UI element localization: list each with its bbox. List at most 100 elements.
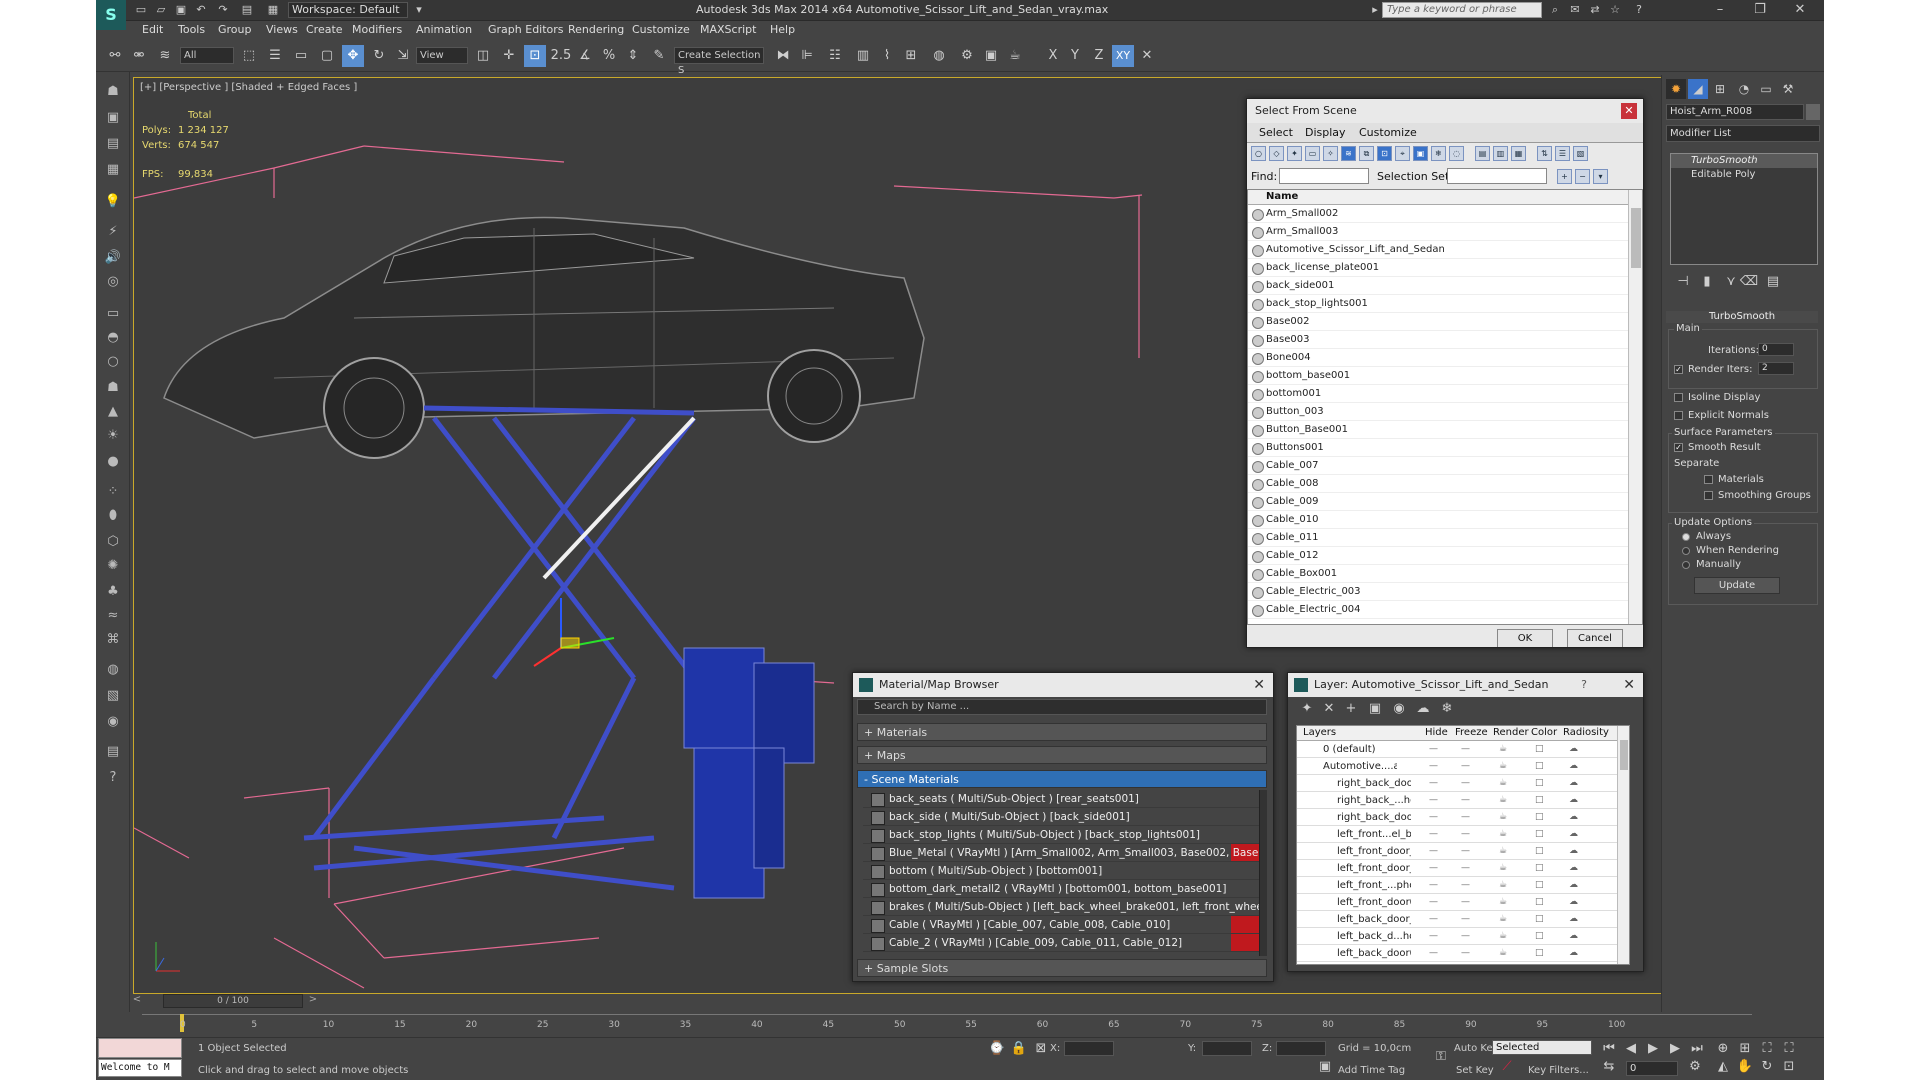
menu-customize[interactable]: Customize [632,23,690,36]
materials-group[interactable]: + Materials [857,723,1267,741]
maxscript-input[interactable]: Welcome to M [98,1059,182,1077]
snaps-toggle-icon[interactable]: 2.5 [550,45,572,67]
material-scrollbar[interactable] [1259,790,1267,956]
menu-tools[interactable]: Tools [178,23,205,36]
name-column-header[interactable]: Name [1248,190,1642,205]
render-icon[interactable]: ▧ [102,686,124,706]
helper-icon[interactable]: ⬡ [102,532,124,552]
list-item[interactable]: Buttons001 [1248,439,1642,457]
layer-manager-icon[interactable]: ☷ [824,45,846,67]
cone-icon[interactable]: ▲ [102,402,124,422]
close-icon[interactable]: ✕ [1623,677,1635,693]
axis-y-button[interactable]: Y [1064,45,1086,67]
time-slider[interactable]: 0 / 100 [163,994,303,1008]
close-icon[interactable]: ✕ [1621,103,1637,119]
plant-icon[interactable]: ♣ [102,582,124,602]
render-toggle-icon[interactable]: ☕ [1499,911,1507,928]
columns-icon[interactable]: ▧ [1573,146,1588,161]
explicit-normals-checkbox[interactable] [1674,411,1683,420]
help-icon[interactable]: ? [1632,3,1646,17]
chevron-down-icon[interactable]: ▾ [412,3,426,17]
freeze-all-icon[interactable]: ❄ [1436,698,1458,720]
create-layer-icon[interactable]: ✦ [1296,698,1318,720]
table-row[interactable]: left_back_door0 — — ☕ □ ☁ [1297,945,1629,962]
previous-frame-icon[interactable]: ◀ [1620,1038,1642,1060]
viewport-label[interactable]: [+] [Perspective ] [Shaded + Edged Faces… [140,82,357,93]
hide-toggle-icon[interactable]: — [1429,775,1438,792]
freeze-toggle-icon[interactable]: — [1461,741,1470,758]
env-icon[interactable]: ◉ [102,712,124,732]
list-item[interactable]: Button_003 [1248,403,1642,421]
lights-filter-icon[interactable]: ✦ [1287,146,1302,161]
axis-x-button[interactable]: X [1042,45,1064,67]
field-of-view-icon[interactable]: ◭ [1712,1056,1734,1078]
pan-icon[interactable]: ✋ [1734,1056,1756,1078]
list-item[interactable]: back_stop_lights001 [1248,295,1642,313]
axis-z-button[interactable]: Z [1088,45,1110,67]
color-swatch-icon[interactable]: □ [1535,758,1544,775]
freeze-toggle-icon[interactable]: — [1461,809,1470,826]
list-item[interactable]: bottom001 [1248,385,1642,403]
object-name-field[interactable]: Hoist_Arm_R008 [1666,104,1804,120]
sound-icon[interactable]: 🔊 [102,248,124,268]
isoline-display-checkbox[interactable] [1674,393,1683,402]
layer-scrollbar[interactable] [1617,726,1629,964]
hide-toggle-icon[interactable]: — [1429,877,1438,894]
scene-materials-group[interactable]: - Scene Materials [857,770,1267,788]
list-item[interactable]: Bone004 [1248,349,1642,367]
table-row[interactable]: Automotive....and_ — — ☕ □ ☁ [1297,758,1629,775]
table-row[interactable]: right_back_door — — ☕ □ ☁ [1297,809,1629,826]
freeze-toggle-icon[interactable]: — [1461,758,1470,775]
list-item[interactable]: Arm_Small003 [1248,223,1642,241]
hide-toggle-icon[interactable]: — [1429,826,1438,843]
hide-toggle-icon[interactable]: — [1429,809,1438,826]
exchange-icon[interactable]: ⇄ [1588,3,1602,17]
car-wireframe[interactable] [163,216,925,459]
close-icon[interactable]: ✕ [1780,0,1820,21]
list-item[interactable]: back_side ( Multi/Sub-Object ) [back_sid… [863,808,1263,826]
containers-filter-icon[interactable]: ▣ [1413,146,1428,161]
display-none-icon[interactable]: ▥ [1493,146,1508,161]
color-swatch-icon[interactable]: □ [1535,928,1544,945]
remove-modifier-icon[interactable]: ⌫ [1738,271,1760,293]
xrefs-filter-icon[interactable]: ⊡ [1377,146,1392,161]
helpers-filter-icon[interactable]: ✧ [1323,146,1338,161]
hide-toggle-icon[interactable]: — [1429,741,1438,758]
named-selection-set-dropdown[interactable]: Create Selection S [674,47,764,76]
list-item[interactable]: Cable_012 [1248,547,1642,565]
maximize-icon[interactable]: ❐ [1740,0,1780,21]
teapot-icon[interactable]: ☗ [102,82,124,102]
render-toggle-icon[interactable]: ☕ [1499,775,1507,792]
always-radio[interactable] [1682,533,1690,541]
globe-icon[interactable]: ◍ [102,660,124,680]
time-config-icon[interactable]: ⚙ [1684,1056,1706,1078]
list-item[interactable]: Cable_011 [1248,529,1642,547]
select-object-icon[interactable]: ⬚ [238,45,260,67]
list-scrollbar[interactable] [1628,190,1642,624]
turbosmooth-rollout-header[interactable]: TurboSmooth [1666,311,1818,323]
list-item[interactable]: back_side001 [1248,277,1642,295]
undo-icon[interactable]: ↶ [194,3,208,17]
menu-edit[interactable]: Edit [142,23,163,36]
when-rendering-radio[interactable] [1682,547,1690,555]
render-setup-icon[interactable]: ⚙ [956,45,978,67]
hide-toggle-icon[interactable]: — [1429,758,1438,775]
space-warp-icon[interactable]: ✺ [102,556,124,576]
list-item[interactable]: Cable_008 [1248,475,1642,493]
list-item[interactable]: bottom ( Multi/Sub-Object ) [bottom001] [863,862,1263,880]
control-console[interactable] [683,647,815,899]
bind-spacewarp-icon[interactable]: ≋ [154,45,176,67]
redo-icon[interactable]: ↷ [216,3,230,17]
render-toggle-icon[interactable]: ☕ [1499,843,1507,860]
delete-layer-icon[interactable]: ✕ [1318,698,1340,720]
help-search-input[interactable]: Type a keyword or phrase [1382,2,1542,18]
list-item[interactable]: Arm_Small002 [1248,205,1642,223]
project-folder-icon[interactable]: ▤ [240,3,254,17]
sun-icon[interactable]: ☀ [102,426,124,446]
freeze-column-header[interactable]: Freeze [1455,727,1488,738]
menu-rendering[interactable]: Rendering [568,23,624,36]
freeze-toggle-icon[interactable]: — [1461,792,1470,809]
radiosity-toggle-icon[interactable]: ☁ [1569,809,1578,826]
particles-icon[interactable]: ⁘ [102,482,124,502]
hide-toggle-icon[interactable]: — [1429,911,1438,928]
